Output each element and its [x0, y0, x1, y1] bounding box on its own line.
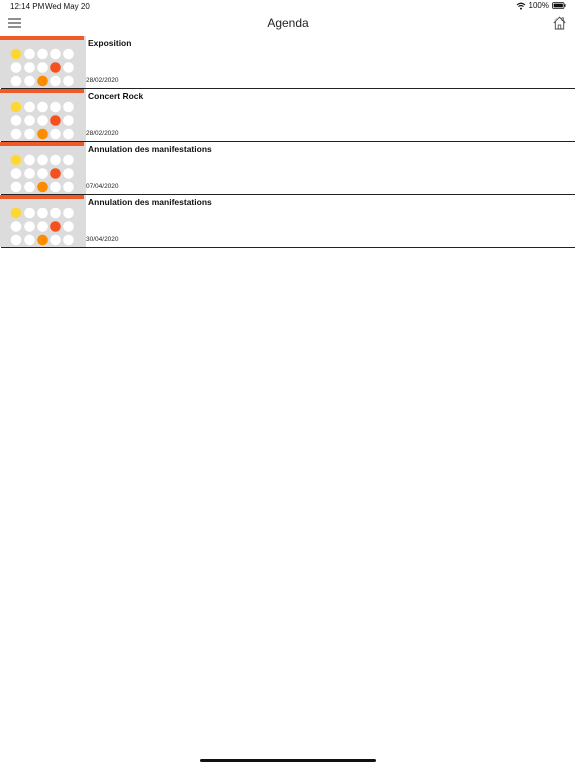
event-title: Annulation des manifestations	[88, 197, 212, 207]
event-date: 07/04/2020	[86, 183, 119, 190]
status-bar: 12:14 PM Wed May 20 100%	[0, 0, 576, 14]
dots-pattern-icon	[10, 207, 74, 246]
home-icon	[553, 16, 567, 30]
status-indicators: 100%	[516, 1, 566, 10]
wifi-icon	[516, 2, 526, 10]
event-date: 28/02/2020	[86, 77, 119, 84]
event-thumbnail	[0, 195, 86, 247]
page-title: Agenda	[267, 16, 309, 30]
status-time: 12:14 PM	[10, 2, 45, 11]
agenda-item[interactable]: Concert Rock 28/02/2020	[0, 89, 575, 142]
home-button[interactable]	[553, 16, 567, 31]
event-title: Annulation des manifestations	[88, 144, 212, 154]
agenda-item[interactable]: Annulation des manifestations 07/04/2020	[0, 142, 575, 195]
dots-pattern-icon	[10, 48, 74, 87]
dots-pattern-icon	[10, 101, 74, 140]
agenda-item[interactable]: Exposition 28/02/2020	[0, 36, 575, 89]
event-date: 30/04/2020	[86, 236, 119, 243]
status-date: Wed May 20	[45, 2, 90, 11]
battery-percentage: 100%	[528, 1, 549, 10]
event-thumbnail	[0, 36, 86, 88]
dots-pattern-icon	[10, 154, 74, 193]
event-title: Concert Rock	[88, 91, 144, 101]
event-thumbnail	[0, 142, 86, 194]
event-title: Exposition	[88, 38, 132, 48]
battery-icon	[552, 2, 566, 9]
home-indicator[interactable]	[200, 759, 376, 762]
event-date: 28/02/2020	[86, 130, 119, 137]
agenda-item[interactable]: Annulation des manifestations 30/04/2020	[0, 195, 575, 248]
navigation-bar: Agenda	[0, 14, 576, 36]
event-thumbnail	[0, 89, 86, 141]
agenda-list: Exposition 28/02/2020 Concert Rock 28/02…	[0, 36, 576, 248]
